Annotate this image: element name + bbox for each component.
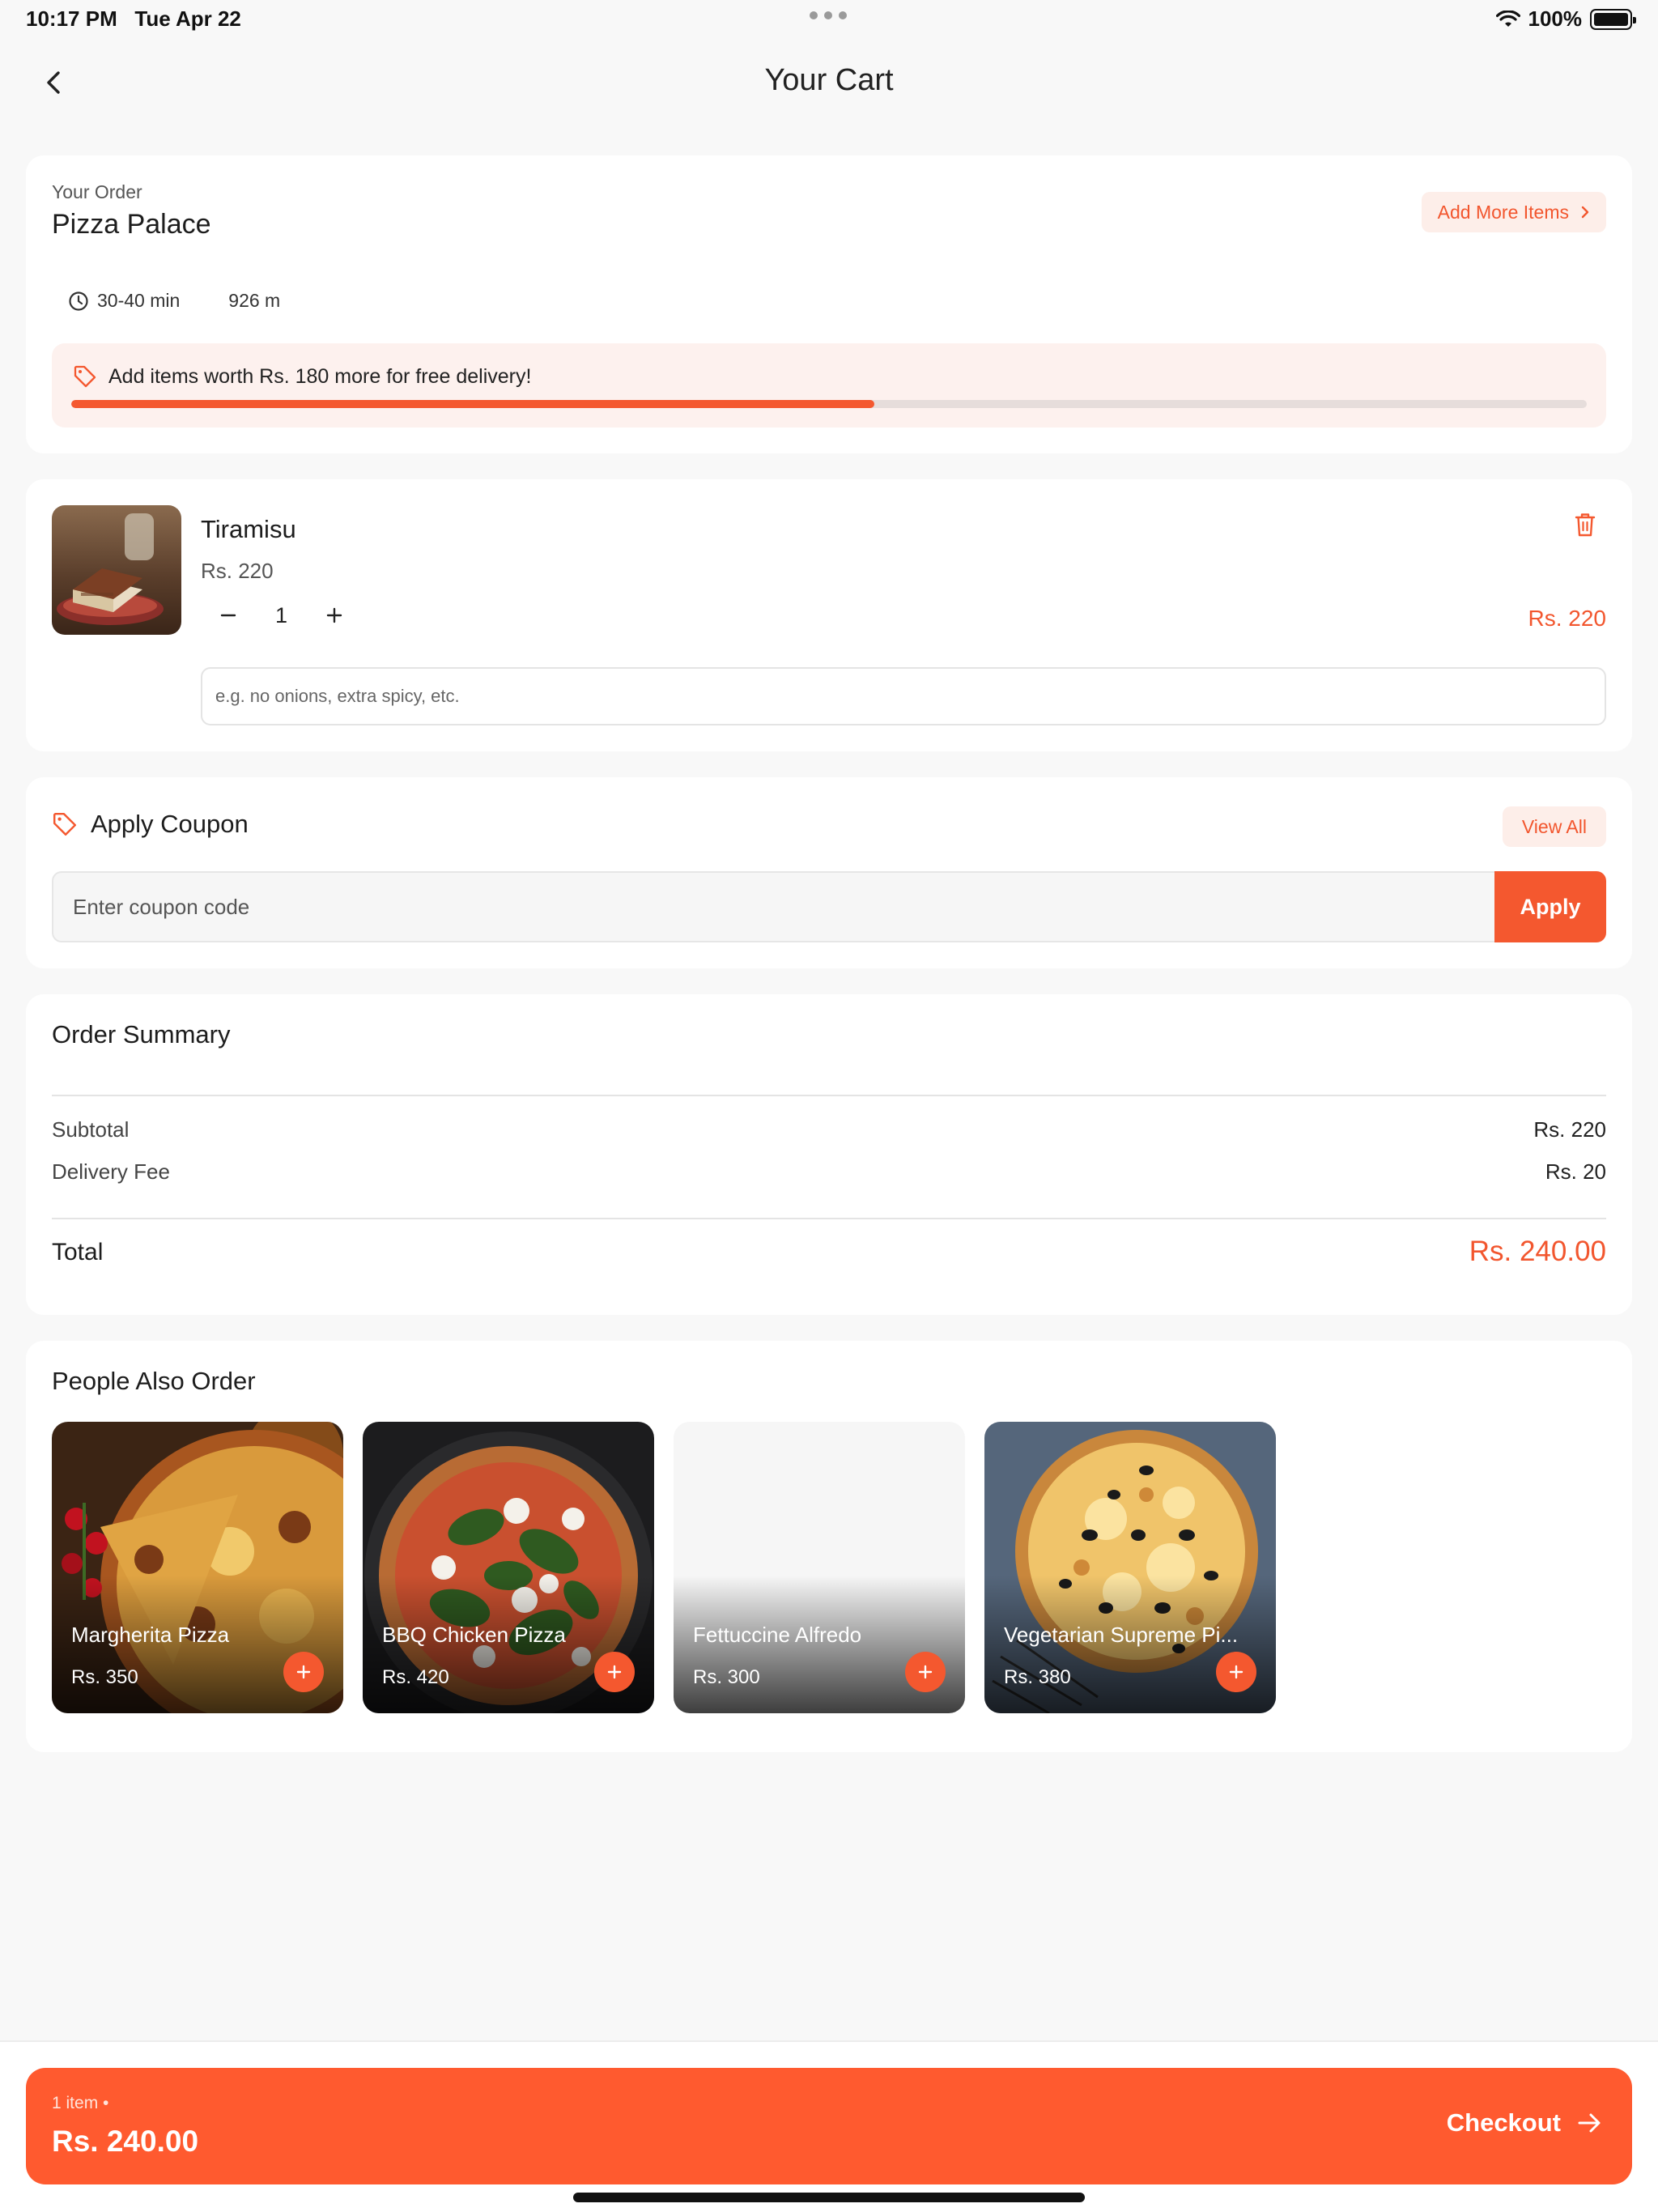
trash-icon: [1575, 513, 1596, 537]
tiramisu-image: [52, 505, 181, 635]
minus-icon: [220, 614, 236, 617]
coupon-header: Apply Coupon: [52, 810, 249, 839]
coupon-code-input[interactable]: [52, 871, 1494, 942]
increase-quantity-button[interactable]: [320, 601, 349, 630]
recommendation-item[interactable]: Fettuccine Alfredo Rs. 300: [674, 1422, 965, 1713]
plus-icon: [1229, 1665, 1244, 1679]
battery-percent: 100%: [1528, 6, 1583, 31]
cart-item-total: Rs. 220: [1528, 606, 1607, 631]
coupon-title: Apply Coupon: [91, 810, 249, 838]
status-date: Tue Apr 22: [134, 6, 241, 31]
checkout-label: Checkout: [1446, 2108, 1561, 2137]
multitasking-dots-icon[interactable]: [810, 11, 847, 19]
add-recommendation-button[interactable]: [905, 1652, 946, 1692]
delivery-fee-value: Rs. 20: [1545, 1159, 1606, 1184]
recommendation-item[interactable]: Vegetarian Supreme Pi... Rs. 380: [984, 1422, 1276, 1713]
cart-item-name: Tiramisu: [201, 515, 296, 543]
coupon-card: Apply Coupon View All Apply: [26, 777, 1632, 968]
cart-item-card: Tiramisu Rs. 220 1 Rs. 220: [26, 479, 1632, 751]
order-summary-card: Order Summary Subtotal Rs. 220 Delivery …: [26, 994, 1632, 1315]
total-value: Rs. 240.00: [1469, 1236, 1606, 1267]
recommendation-item[interactable]: BBQ Chicken Pizza Rs. 420: [363, 1422, 654, 1713]
recommendation-price: Rs. 350: [71, 1666, 138, 1688]
special-instructions-input[interactable]: [201, 667, 1606, 725]
add-more-items-button[interactable]: Add More Items: [1421, 192, 1606, 232]
add-recommendation-button[interactable]: [1216, 1652, 1256, 1692]
battery-icon: [1590, 8, 1636, 30]
free-delivery-progress-fill: [71, 400, 875, 408]
recommendation-price: Rs. 420: [382, 1666, 449, 1688]
add-more-items-label: Add More Items: [1437, 201, 1569, 223]
cart-item-unit-price: Rs. 220: [201, 559, 274, 583]
recommendation-name: Margherita Pizza: [71, 1623, 230, 1647]
chevron-right-icon: [1581, 206, 1589, 219]
people-also-order-title: People Also Order: [52, 1367, 256, 1395]
checkout-action: Checkout: [1447, 2108, 1603, 2138]
quantity-stepper: 1: [214, 601, 349, 630]
status-clock: 10:17 PM: [26, 6, 117, 31]
eta-text: 30-40 min: [97, 290, 181, 311]
checkout-button[interactable]: 1 item • Rs. 240.00 Checkout: [26, 2068, 1632, 2184]
subtotal-value: Rs. 220: [1533, 1117, 1606, 1142]
people-also-order-card: People Also Order Margherita Pizza Rs. 3…: [26, 1341, 1632, 1752]
decrease-quantity-button[interactable]: [214, 601, 243, 630]
add-recommendation-button[interactable]: [283, 1652, 324, 1692]
free-delivery-banner: Add items worth Rs. 180 more for free de…: [52, 343, 1606, 428]
free-delivery-message: Add items worth Rs. 180 more for free de…: [73, 364, 531, 389]
status-indicators: 100%: [1495, 6, 1636, 32]
quantity-value: 1: [275, 602, 288, 627]
recommendation-price: Rs. 380: [1004, 1666, 1071, 1688]
page-title: Your Cart: [764, 63, 894, 97]
delivery-fee-label: Delivery Fee: [52, 1159, 170, 1184]
recommendation-item[interactable]: Margherita Pizza Rs. 350: [52, 1422, 343, 1713]
summary-divider: [52, 1095, 1606, 1096]
recommendation-name: BBQ Chicken Pizza: [382, 1623, 566, 1647]
view-all-coupons-button[interactable]: View All: [1502, 806, 1606, 847]
plus-icon: [607, 1665, 622, 1679]
tag-icon: [74, 365, 96, 388]
delete-item-button[interactable]: [1574, 512, 1596, 542]
plus-icon: [296, 1665, 311, 1679]
recommendation-name: Vegetarian Supreme Pi...: [1004, 1623, 1239, 1647]
free-delivery-progress: [71, 400, 1587, 408]
home-indicator[interactable]: [573, 2193, 1085, 2202]
order-summary-title: Order Summary: [52, 1020, 231, 1049]
status-time: 10:17 PM Tue Apr 22: [26, 6, 241, 32]
free-delivery-text: Add items worth Rs. 180 more for free de…: [108, 364, 532, 388]
total-label: Total: [52, 1239, 104, 1266]
order-info-card: Your Order Pizza Palace Add More Items 3…: [26, 155, 1632, 453]
your-order-label: Your Order: [52, 181, 142, 202]
delivery-meta: 30-40 min 926 m: [68, 290, 280, 312]
tag-icon: [53, 812, 77, 836]
arrow-right-icon: [1578, 2113, 1601, 2133]
wifi-icon: [1495, 10, 1520, 27]
plus-icon: [326, 607, 342, 623]
subtotal-label: Subtotal: [52, 1117, 130, 1142]
add-recommendation-button[interactable]: [594, 1652, 635, 1692]
checkout-item-count: 1 item •: [52, 2094, 109, 2112]
total-divider: [52, 1218, 1606, 1219]
recommendation-name: Fettuccine Alfredo: [693, 1623, 862, 1647]
distance-text: 926 m: [228, 290, 281, 311]
coupon-form: Apply: [52, 871, 1606, 942]
clock-icon: [69, 291, 88, 311]
apply-coupon-button[interactable]: Apply: [1494, 871, 1606, 942]
restaurant-name: Pizza Palace: [52, 209, 211, 240]
recommendation-price: Rs. 300: [693, 1666, 760, 1688]
plus-icon: [918, 1665, 933, 1679]
checkout-total: Rs. 240.00: [52, 2125, 199, 2158]
